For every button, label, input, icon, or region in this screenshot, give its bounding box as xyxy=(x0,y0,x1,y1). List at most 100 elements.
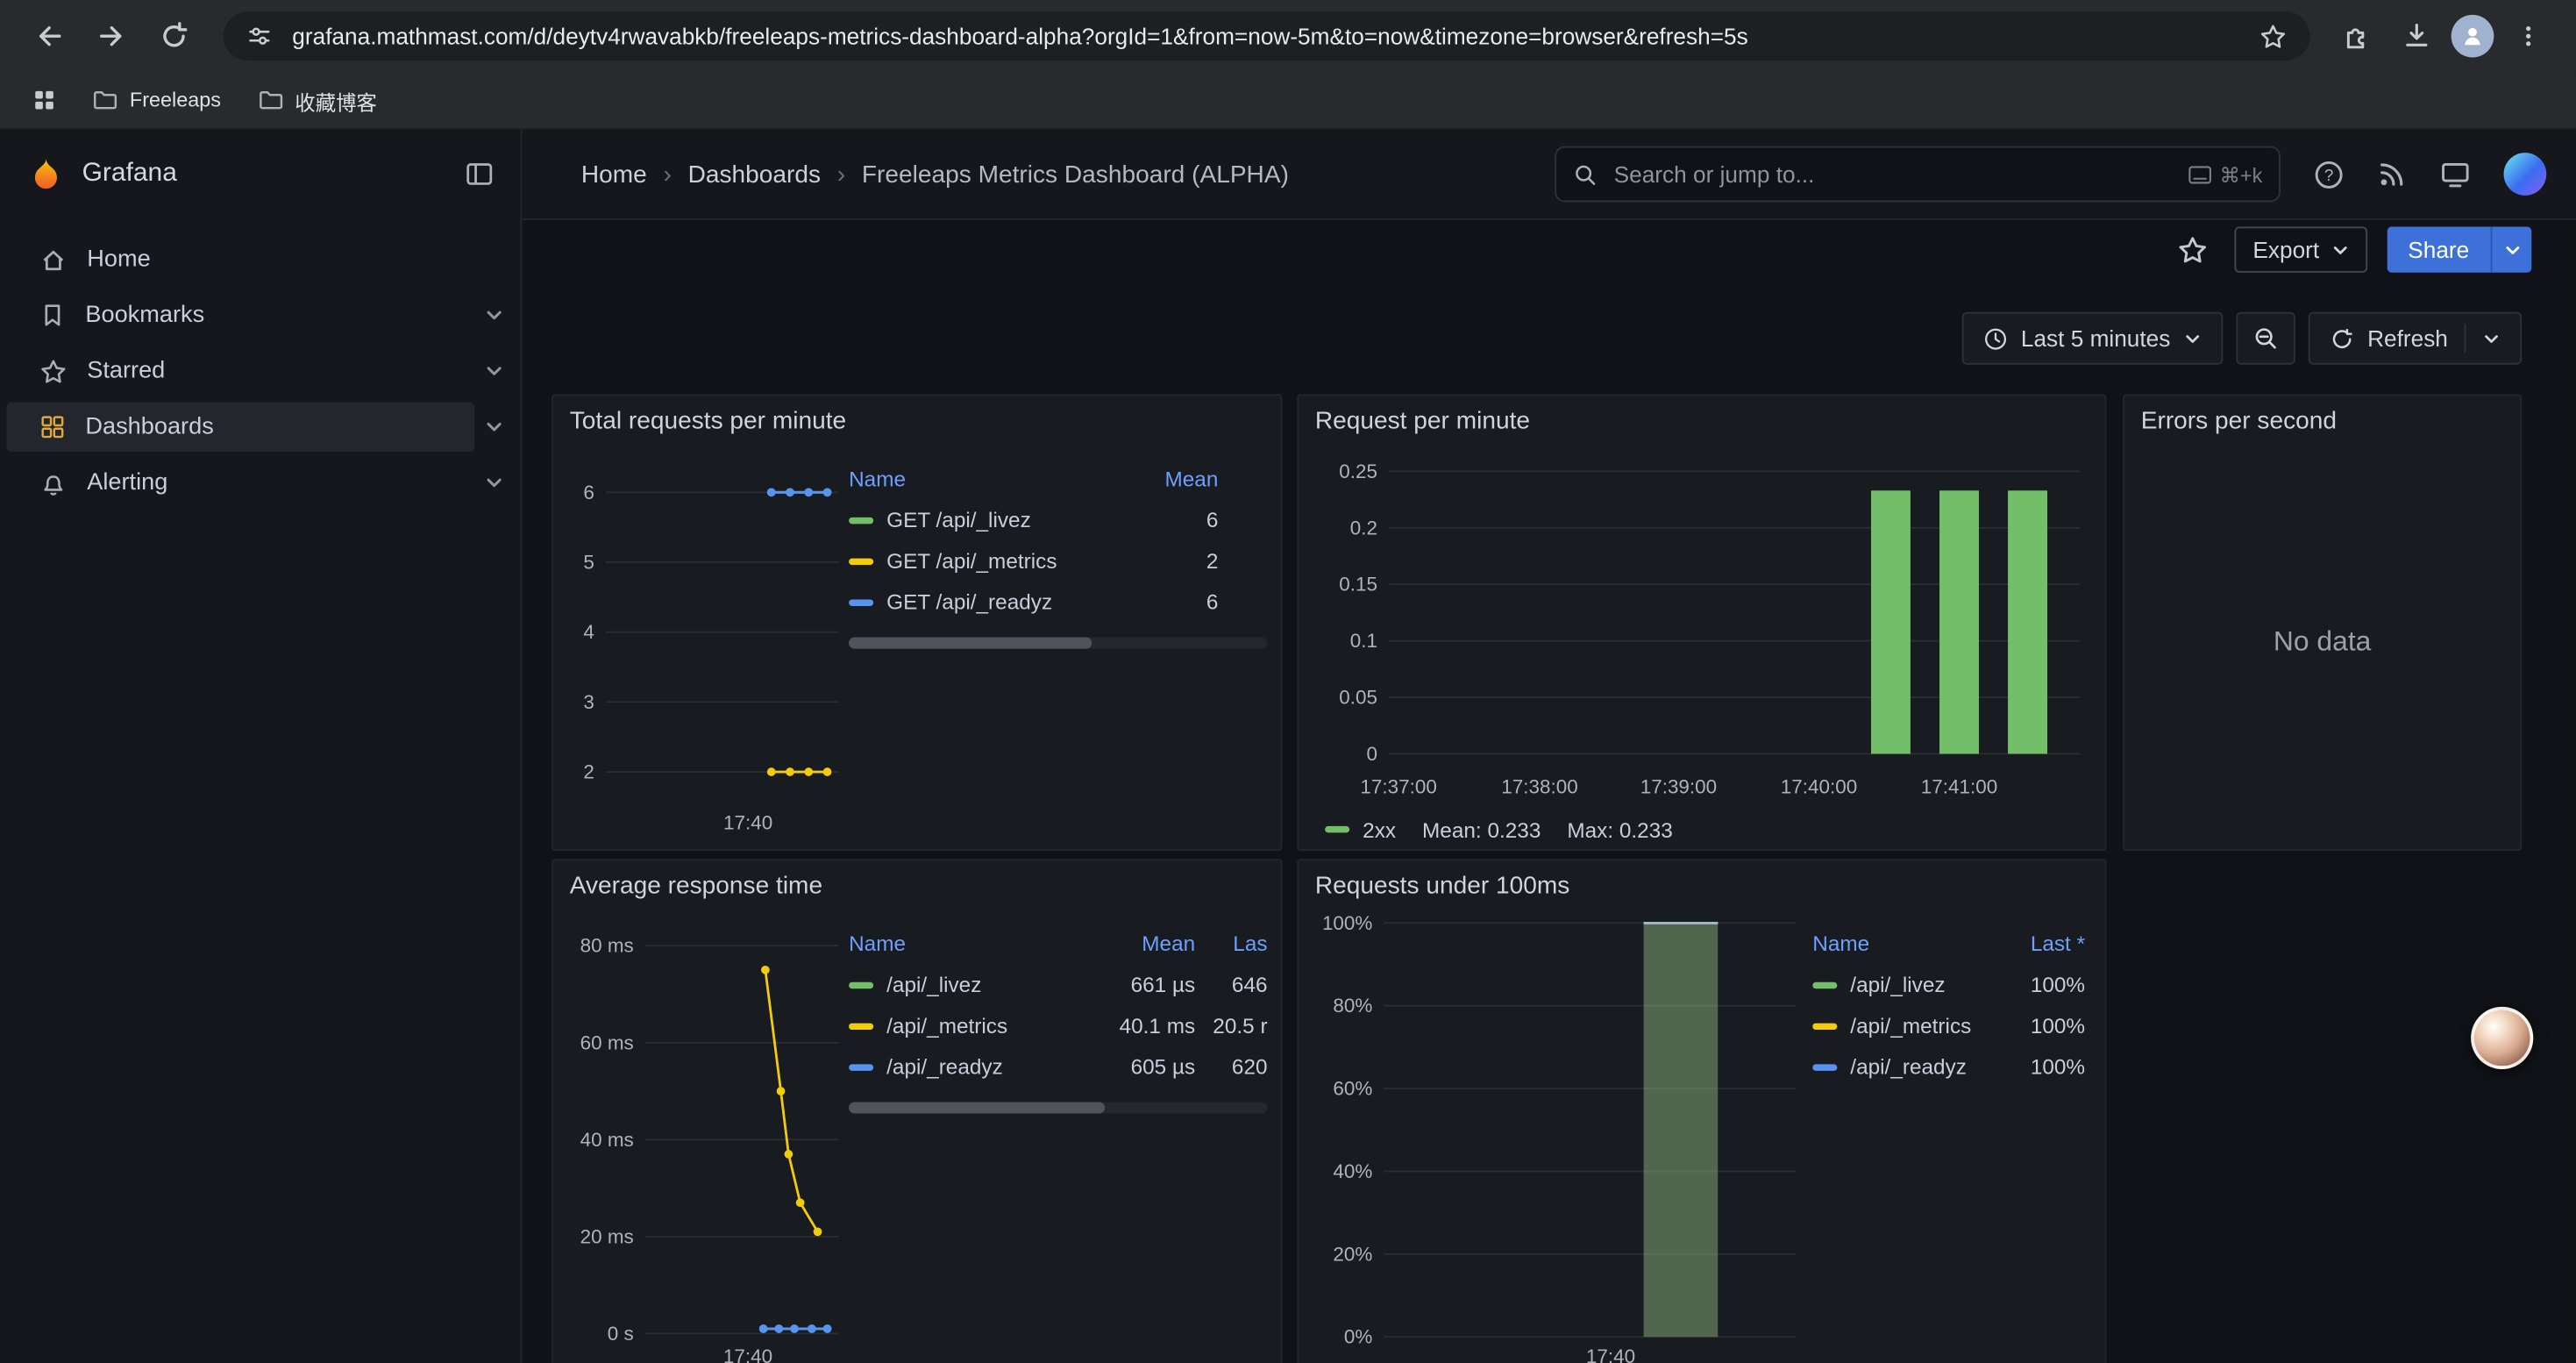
svg-text:17:38:00: 17:38:00 xyxy=(1501,775,1577,797)
series-name[interactable]: /api/_readyz xyxy=(886,1054,1003,1079)
sidebar-item-home[interactable]: Home xyxy=(6,235,503,284)
share-button[interactable]: Share xyxy=(2387,226,2531,272)
news-rss-icon[interactable] xyxy=(2377,160,2407,189)
svg-text:40 ms: 40 ms xyxy=(580,1129,634,1151)
series-value: 661 µs xyxy=(1097,973,1195,997)
panel-title[interactable]: Request per minute xyxy=(1299,396,2104,445)
search-box[interactable]: ⌘+k xyxy=(1555,146,2281,203)
legend-col-0[interactable]: Mean xyxy=(1120,467,1218,491)
panel-chart[interactable]: 6543217:40 xyxy=(566,445,849,838)
series-swatch xyxy=(849,599,873,605)
browser-toolbar: grafana.mathmast.com/d/deytv4rwavabkb/fr… xyxy=(0,0,2576,72)
refresh-interval-chevron[interactable] xyxy=(2482,329,2501,347)
legend-col-name[interactable]: Name xyxy=(849,467,1120,491)
extensions-icon[interactable] xyxy=(2333,11,2382,61)
monitor-icon[interactable] xyxy=(2440,159,2472,190)
sidebar-item-bookmarks[interactable]: Bookmarks xyxy=(6,290,474,339)
chevron-down-icon[interactable] xyxy=(484,417,503,437)
panel-title[interactable]: Total requests per minute xyxy=(553,396,1281,445)
panel-chart[interactable]: 0.250.20.150.10.05017:37:0017:38:0017:39… xyxy=(1312,445,2091,811)
site-settings-icon[interactable] xyxy=(243,11,275,61)
sidebar-item-dashboards[interactable]: Dashboards xyxy=(6,403,474,452)
legend-col-name[interactable]: Name xyxy=(1812,931,1993,956)
legend-col-1[interactable]: Las xyxy=(1195,931,1267,956)
legend-col-name[interactable]: Name xyxy=(849,931,1097,956)
browser-forward-button[interactable] xyxy=(85,10,138,62)
series-value: 100% xyxy=(1993,1013,2085,1038)
svg-text:2: 2 xyxy=(583,761,594,783)
panel-chart[interactable]: 80 ms60 ms40 ms20 ms0 s17:40 xyxy=(566,910,849,1363)
downloads-icon[interactable] xyxy=(2392,11,2441,61)
svg-text:80%: 80% xyxy=(1333,995,1372,1017)
browser-menu-kebab-icon[interactable] xyxy=(2504,11,2553,61)
assistant-avatar-bubble[interactable] xyxy=(2471,1007,2533,1069)
chevron-down-icon[interactable] xyxy=(484,305,503,325)
share-menu-chevron[interactable] xyxy=(2491,226,2532,272)
refresh-button[interactable]: Refresh xyxy=(2309,312,2522,365)
panel-errors: Errors per secondNo data xyxy=(2123,394,2522,851)
share-button-label[interactable]: Share xyxy=(2387,226,2491,272)
legend-row: /api/_readyz100% xyxy=(1812,1046,2091,1088)
bookmark-label: Freeleaps xyxy=(130,89,221,111)
legend-col-0[interactable]: Mean xyxy=(1097,931,1195,956)
browser-reload-button[interactable] xyxy=(148,10,201,62)
favorite-star-button[interactable] xyxy=(2171,227,2216,272)
help-icon[interactable]: ? xyxy=(2313,159,2345,190)
chevron-down-icon[interactable] xyxy=(484,361,503,381)
series-name[interactable]: GET /api/_livez xyxy=(886,508,1031,532)
panel-title[interactable]: Average response time xyxy=(553,860,1281,910)
series-stat: Max: 0.233 xyxy=(1567,817,1672,842)
series-swatch xyxy=(1812,981,1837,988)
zoom-out-button[interactable] xyxy=(2236,312,2295,365)
bookmark-item[interactable]: Freeleaps xyxy=(75,81,238,120)
series-swatch xyxy=(849,981,873,988)
series-name[interactable]: /api/_livez xyxy=(1850,973,1945,997)
bookmark-star-icon[interactable] xyxy=(2254,11,2290,61)
apps-grid-icon[interactable] xyxy=(19,75,68,125)
time-range-picker[interactable]: Last 5 minutes xyxy=(1961,312,2223,365)
series-name[interactable]: /api/_livez xyxy=(886,973,981,997)
series-name[interactable]: GET /api/_metrics xyxy=(886,548,1057,573)
svg-text:0.25: 0.25 xyxy=(1339,460,1377,482)
series-name[interactable]: GET /api/_readyz xyxy=(886,589,1052,614)
panel-legend: NameMeanLas /api/_livez661 µs646 /api/_m… xyxy=(849,910,1267,1363)
series-name[interactable]: /api/_readyz xyxy=(1850,1054,1967,1079)
home-icon xyxy=(39,246,68,274)
profile-avatar[interactable] xyxy=(2451,15,2494,58)
search-shortcut: ⌘+k xyxy=(2188,161,2262,186)
series-swatch xyxy=(849,1063,873,1069)
series-name[interactable]: 2xx xyxy=(1325,817,1396,842)
apps-icon xyxy=(39,414,66,440)
panel-chart[interactable]: 100%80%60%40%20%0%17:40 xyxy=(1312,910,1812,1363)
legend-scrollbar[interactable] xyxy=(849,638,1267,649)
breadcrumb: Home›Dashboards›Freeleaps Metrics Dashbo… xyxy=(581,161,1289,189)
grafana-logo[interactable] xyxy=(26,154,66,194)
address-bar[interactable]: grafana.mathmast.com/d/deytv4rwavabkb/fr… xyxy=(224,11,2310,61)
url-text[interactable]: grafana.mathmast.com/d/deytv4rwavabkb/fr… xyxy=(292,23,2238,49)
no-data-message: No data xyxy=(2138,445,2507,838)
sidebar-row: Alerting xyxy=(0,455,521,511)
legend-scrollbar[interactable] xyxy=(849,1102,1267,1113)
series-value: 620 xyxy=(1195,1054,1267,1079)
search-input[interactable] xyxy=(1611,160,2175,189)
panel-legend: NameMean GET /api/_livez 6 GET /api/_metr… xyxy=(849,445,1267,838)
sidebar-item-alerting[interactable]: Alerting xyxy=(6,458,474,507)
sidebar-item-starred[interactable]: Starred xyxy=(6,346,474,396)
series-name[interactable]: /api/_metrics xyxy=(1850,1013,1971,1038)
dock-sidebar-icon[interactable] xyxy=(465,160,495,189)
bookmark-item[interactable]: 收藏博客 xyxy=(240,78,393,123)
export-button[interactable]: Export xyxy=(2235,226,2367,272)
legend-header: NameLast * xyxy=(1812,923,2091,964)
series-value: 6 xyxy=(1120,508,1218,532)
browser-back-button[interactable] xyxy=(23,10,75,62)
sidebar-item-label: Starred xyxy=(87,358,165,384)
panel-title[interactable]: Errors per second xyxy=(2124,396,2520,445)
series-name[interactable]: /api/_metrics xyxy=(886,1013,1007,1038)
user-avatar[interactable] xyxy=(2504,153,2547,196)
breadcrumb-item[interactable]: Home xyxy=(581,161,647,189)
panel-title[interactable]: Requests under 100ms xyxy=(1299,860,2104,910)
series-value: 40.1 ms xyxy=(1097,1013,1195,1038)
breadcrumb-item[interactable]: Dashboards xyxy=(688,161,821,189)
chevron-down-icon[interactable] xyxy=(484,473,503,492)
legend-col-0[interactable]: Last * xyxy=(1993,931,2085,956)
